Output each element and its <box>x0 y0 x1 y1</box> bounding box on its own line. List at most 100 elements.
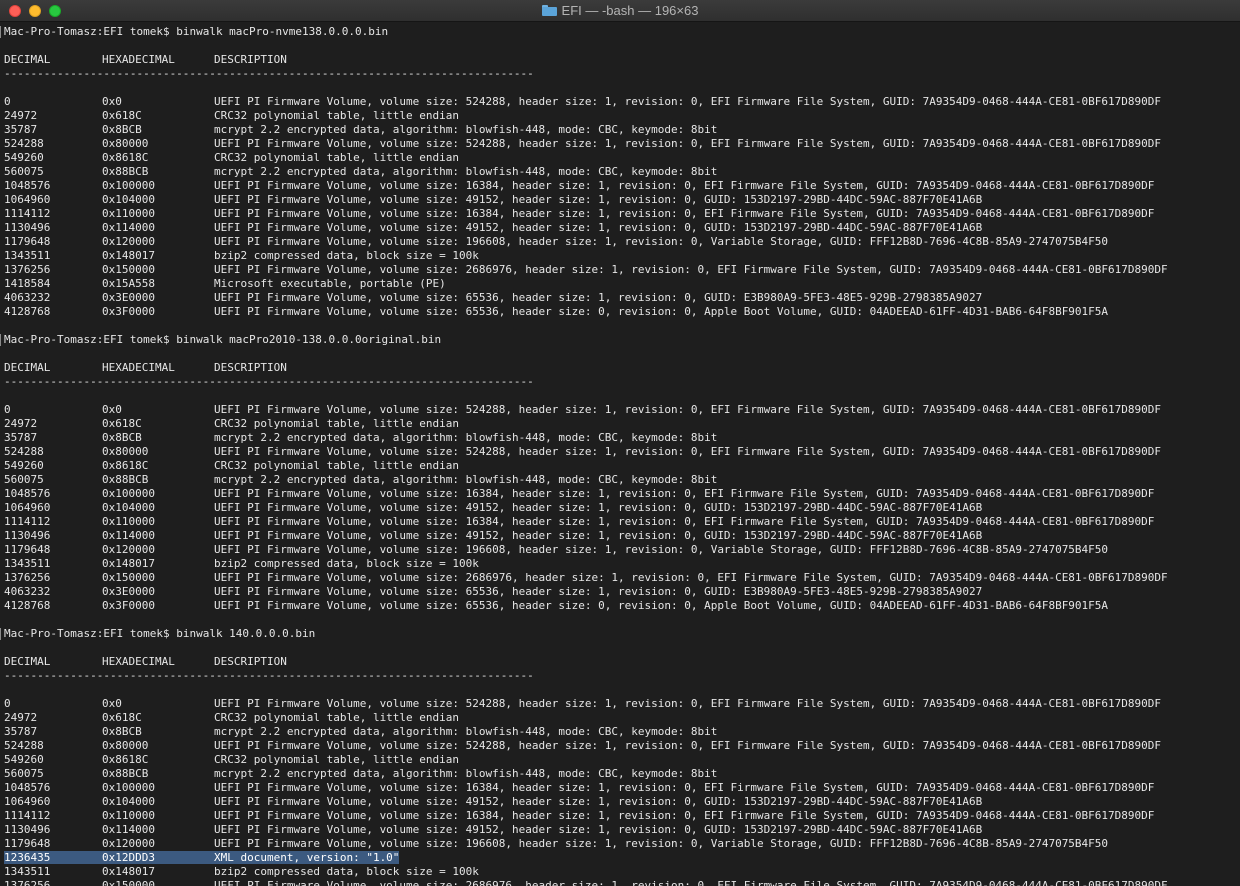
shell-prompt: Mac-Pro-Tomasz:EFI tomek$ <box>4 333 170 346</box>
table-row[interactable]: 35787 0x8BCB mcrypt 2.2 encrypted data, al… <box>4 431 1240 445</box>
shell-prompt: Mac-Pro-Tomasz:EFI tomek$ <box>4 25 170 38</box>
table-row[interactable]: 1114112 0x110000 UEFI PI Firmware Volume, … <box>4 809 1240 823</box>
table-row[interactable]: 24972 0x618C CRC32 polynomial table, littl… <box>4 109 1240 123</box>
row-hexadecimal: 0x104000 <box>102 501 155 514</box>
row-description: UEFI PI Firmware Volume, volume size: 65… <box>214 585 983 598</box>
prompt-mark <box>0 628 1 640</box>
table-row[interactable]: 1064960 0x104000 UEFI PI Firmware Volume, … <box>4 193 1240 207</box>
row-description: CRC32 polynomial table, little endian <box>214 753 460 766</box>
table-row[interactable]: 1376256 0x150000 UEFI PI Firmware Volume, … <box>4 571 1240 585</box>
header-description: DESCRIPTION <box>214 361 287 374</box>
table-row[interactable]: 1064960 0x104000 UEFI PI Firmware Volume, … <box>4 795 1240 809</box>
table-row[interactable]: 4128768 0x3F0000 UEFI PI Firmware Volume, … <box>4 305 1240 319</box>
header-hexadecimal: HEXADECIMAL <box>102 53 175 66</box>
table-row[interactable]: 1343511 0x148017 bzip2 compressed data, bl… <box>4 249 1240 263</box>
table-row[interactable]: 1048576 0x100000 UEFI PI Firmware Volume, … <box>4 179 1240 193</box>
row-decimal: 1130496 <box>4 221 51 234</box>
table-row[interactable]: 1048576 0x100000 UEFI PI Firmware Volume, … <box>4 487 1240 501</box>
row-hexadecimal: 0x110000 <box>102 809 155 822</box>
table-row[interactable]: 1130496 0x114000 UEFI PI Firmware Volume, … <box>4 221 1240 235</box>
table-row[interactable]: 560075 0x88BCB mcrypt 2.2 encrypted data, … <box>4 767 1240 781</box>
table-row[interactable]: 524288 0x80000 UEFI PI Firmware Volume, vo… <box>4 445 1240 459</box>
row-description: UEFI PI Firmware Volume, volume size: 19… <box>214 235 1109 248</box>
table-row[interactable]: 560075 0x88BCB mcrypt 2.2 encrypted data, … <box>4 165 1240 179</box>
row-decimal: 560075 <box>4 165 44 178</box>
table-row[interactable]: 1376256 0x150000 UEFI PI Firmware Volume, … <box>4 879 1240 886</box>
table-header: DECIMAL HEXADECIMAL DESCRIPTION <box>4 655 1240 669</box>
row-hexadecimal: 0x148017 <box>102 557 155 570</box>
table-row[interactable]: 35787 0x8BCB mcrypt 2.2 encrypted data, al… <box>4 123 1240 137</box>
row-decimal: 1064960 <box>4 193 51 206</box>
row-hexadecimal: 0x8618C <box>102 753 149 766</box>
table-row[interactable]: 1114112 0x110000 UEFI PI Firmware Volume, … <box>4 207 1240 221</box>
row-hexadecimal: 0x8618C <box>102 459 149 472</box>
table-row[interactable]: 1130496 0x114000 UEFI PI Firmware Volume, … <box>4 529 1240 543</box>
table-row[interactable]: 1179648 0x120000 UEFI PI Firmware Volume, … <box>4 837 1240 851</box>
table-row[interactable]: 549260 0x8618C CRC32 polynomial table, lit… <box>4 753 1240 767</box>
terminal-output[interactable]: Mac-Pro-Tomasz:EFI tomek$ binwalk macPro… <box>0 22 1240 886</box>
table-row[interactable]: 4063232 0x3E0000 UEFI PI Firmware Volume, … <box>4 291 1240 305</box>
command-text: binwalk macPro2010-138.0.0.0original.bin <box>176 333 442 346</box>
table-row[interactable]: 524288 0x80000 UEFI PI Firmware Volume, vo… <box>4 739 1240 753</box>
row-hexadecimal: 0x120000 <box>102 235 155 248</box>
row-description: UEFI PI Firmware Volume, volume size: 16… <box>214 781 1155 794</box>
table-row[interactable]: 549260 0x8618C CRC32 polynomial table, lit… <box>4 151 1240 165</box>
table-row[interactable]: 0 0x0 UEFI PI Firmware Volume, volume size… <box>4 697 1240 711</box>
table-row[interactable]: 4128768 0x3F0000 UEFI PI Firmware Volume, … <box>4 599 1240 613</box>
table-row[interactable]: 0 0x0 UEFI PI Firmware Volume, volume size… <box>4 403 1240 417</box>
row-description: UEFI PI Firmware Volume, volume size: 16… <box>214 809 1155 822</box>
table-row[interactable]: 35787 0x8BCB mcrypt 2.2 encrypted data, al… <box>4 725 1240 739</box>
row-decimal: 1376256 <box>4 263 51 276</box>
header-decimal: DECIMAL <box>4 361 51 374</box>
row-decimal: 549260 <box>4 753 44 766</box>
selected-text[interactable]: 1236435 0x12DDD3 XML document, version: "1… <box>4 851 400 864</box>
table-row[interactable]: 1236435 0x12DDD3 XML document, version: "1… <box>4 851 1240 865</box>
table-row[interactable]: 1048576 0x100000 UEFI PI Firmware Volume, … <box>4 781 1240 795</box>
row-hexadecimal: 0x120000 <box>102 837 155 850</box>
row-decimal: 1376256 <box>4 571 51 584</box>
row-hexadecimal: 0x0 <box>102 95 122 108</box>
row-hexadecimal: 0x110000 <box>102 515 155 528</box>
table-row[interactable]: 1179648 0x120000 UEFI PI Firmware Volume, … <box>4 543 1240 557</box>
row-hexadecimal: 0x120000 <box>102 543 155 556</box>
row-hexadecimal: 0x618C <box>102 417 142 430</box>
table-header: DECIMAL HEXADECIMAL DESCRIPTION <box>4 361 1240 375</box>
table-row[interactable]: 560075 0x88BCB mcrypt 2.2 encrypted data, … <box>4 473 1240 487</box>
row-decimal: 35787 <box>4 431 38 444</box>
row-decimal: 1179648 <box>4 837 51 850</box>
row-hexadecimal: 0x150000 <box>102 263 155 276</box>
table-row[interactable]: 1179648 0x120000 UEFI PI Firmware Volume, … <box>4 235 1240 249</box>
table-row[interactable]: 4063232 0x3E0000 UEFI PI Firmware Volume, … <box>4 585 1240 599</box>
row-description: UEFI PI Firmware Volume, volume size: 19… <box>214 543 1109 556</box>
table-row[interactable]: 524288 0x80000 UEFI PI Firmware Volume, vo… <box>4 137 1240 151</box>
row-description: UEFI PI Firmware Volume, volume size: 26… <box>214 571 1168 584</box>
table-row[interactable]: 1064960 0x104000 UEFI PI Firmware Volume, … <box>4 501 1240 515</box>
window-title: EFI — -bash — 196×63 <box>561 3 699 18</box>
row-description: UEFI PI Firmware Volume, volume size: 16… <box>214 179 1155 192</box>
row-decimal: 1114112 <box>4 809 51 822</box>
table-row[interactable]: 24972 0x618C CRC32 polynomial table, littl… <box>4 417 1240 431</box>
row-decimal: 1179648 <box>4 543 51 556</box>
table-row[interactable]: 24972 0x618C CRC32 polynomial table, littl… <box>4 711 1240 725</box>
row-decimal: 35787 <box>4 725 38 738</box>
table-row[interactable]: 1376256 0x150000 UEFI PI Firmware Volume, … <box>4 263 1240 277</box>
row-description: UEFI PI Firmware Volume, volume size: 52… <box>214 739 1162 752</box>
row-decimal: 4063232 <box>4 291 51 304</box>
row-hexadecimal: 0x8618C <box>102 151 149 164</box>
table-row[interactable]: 1114112 0x110000 UEFI PI Firmware Volume, … <box>4 515 1240 529</box>
folder-icon <box>541 5 557 16</box>
table-row[interactable]: 1343511 0x148017 bzip2 compressed data, bl… <box>4 865 1240 879</box>
row-description: UEFI PI Firmware Volume, volume size: 26… <box>214 263 1168 276</box>
row-decimal: 1064960 <box>4 795 51 808</box>
row-decimal: 4063232 <box>4 585 51 598</box>
table-row[interactable]: 1418584 0x15A558 Microsoft executable, por… <box>4 277 1240 291</box>
title-bar[interactable]: EFI — -bash — 196×63 <box>0 0 1240 22</box>
table-row[interactable]: 1343511 0x148017 bzip2 compressed data, bl… <box>4 557 1240 571</box>
table-row[interactable]: 1130496 0x114000 UEFI PI Firmware Volume, … <box>4 823 1240 837</box>
prompt-line: Mac-Pro-Tomasz:EFI tomek$ binwalk 140.0.… <box>0 627 1240 641</box>
row-description: bzip2 compressed data, block size = 100k <box>214 865 479 878</box>
table-row[interactable]: 549260 0x8618C CRC32 polynomial table, lit… <box>4 459 1240 473</box>
table-row[interactable]: 0 0x0 UEFI PI Firmware Volume, volume size… <box>4 95 1240 109</box>
